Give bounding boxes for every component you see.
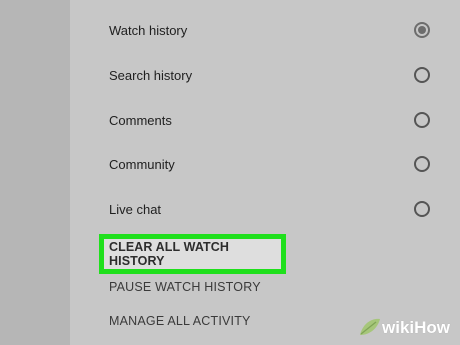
clear-all-watch-history-button[interactable]: CLEAR ALL WATCH HISTORY: [104, 239, 281, 269]
option-watch-history[interactable]: Watch history: [70, 17, 460, 47]
option-search-history[interactable]: Search history: [70, 62, 460, 92]
radio-icon[interactable]: [414, 112, 430, 128]
option-comments[interactable]: Comments: [70, 107, 460, 137]
option-label: Comments: [109, 113, 172, 128]
wikihow-watermark: wikiHow: [358, 315, 454, 341]
radio-dot: [418, 26, 426, 34]
radio-selected-icon[interactable]: [414, 22, 430, 38]
option-label: Community: [109, 157, 175, 172]
option-community[interactable]: Community: [70, 151, 460, 181]
radio-icon[interactable]: [414, 201, 430, 217]
option-label: Search history: [109, 68, 193, 83]
radio-icon[interactable]: [414, 67, 430, 83]
leaf-logo-icon: [360, 318, 380, 335]
watermark-text: wikiHow: [382, 318, 451, 337]
option-live-chat[interactable]: Live chat: [70, 196, 460, 226]
sidebar-strip: [0, 0, 70, 345]
option-label: Watch history: [109, 23, 188, 38]
radio-icon[interactable]: [414, 156, 430, 172]
manage-all-activity-link[interactable]: MANAGE ALL ACTIVITY: [109, 314, 251, 328]
pause-watch-history-link[interactable]: PAUSE WATCH HISTORY: [109, 280, 261, 294]
option-label: Live chat: [109, 202, 162, 217]
